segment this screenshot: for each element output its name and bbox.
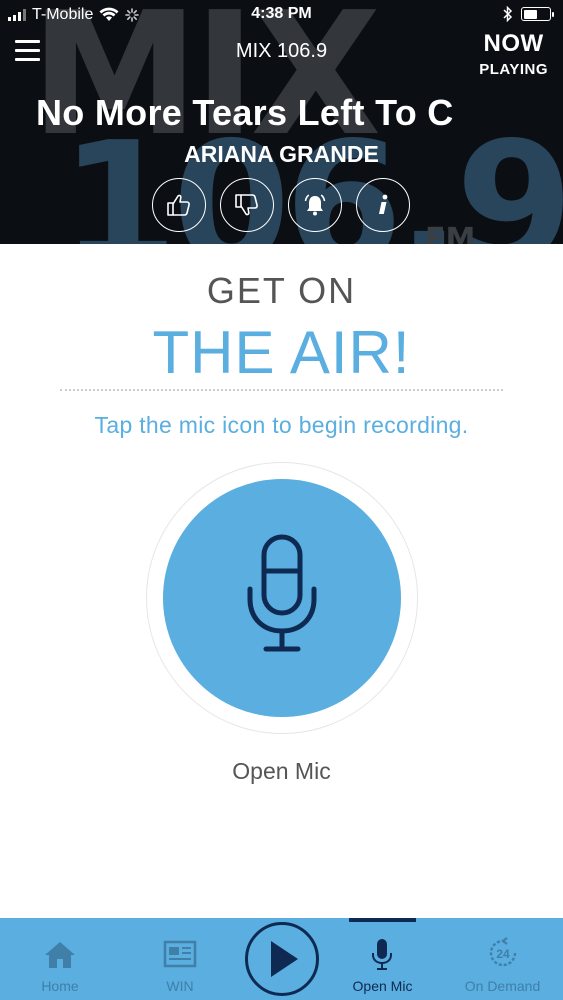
status-time: 4:38 PM [251, 5, 312, 22]
heading-get-on: GET ON [206, 270, 357, 311]
tab-win-label: WIN [166, 978, 194, 994]
svg-text:24: 24 [496, 947, 510, 961]
now-playing-button[interactable]: NOW PLAYING [479, 30, 548, 78]
play-icon [271, 941, 298, 977]
info-icon [379, 194, 388, 214]
tab-open-mic[interactable]: Open Mic [330, 918, 435, 1000]
on-demand-24-icon: 24 [489, 937, 517, 967]
like-button[interactable] [152, 178, 206, 232]
thumbs-up-icon [167, 194, 190, 216]
tab-open-mic-label: Open Mic [352, 978, 413, 994]
song-actions [152, 178, 410, 232]
info-button[interactable] [356, 178, 410, 232]
battery-icon [521, 7, 554, 21]
news-icon [163, 940, 197, 968]
tab-on-demand[interactable]: 24 On Demand [455, 918, 550, 1000]
active-tab-indicator [349, 918, 416, 922]
tab-home-label: Home [41, 978, 79, 994]
tab-on-demand-label: On Demand [464, 978, 541, 994]
thumbs-down-icon [235, 194, 258, 216]
record-button[interactable] [163, 479, 401, 717]
heading-the-air: THE AIR! [152, 319, 411, 386]
now-playing-label-line1: NOW [483, 30, 544, 57]
artist-name: ARIANA GRANDE [184, 141, 379, 167]
play-button[interactable] [245, 922, 319, 996]
alarm-bell-icon [304, 194, 326, 216]
bluetooth-icon [503, 6, 513, 22]
tab-win[interactable]: WIN [140, 918, 220, 1000]
song-title: No More Tears Left To C [36, 92, 454, 133]
microphone-icon [247, 534, 317, 652]
now-playing-label-line2: PLAYING [479, 61, 548, 78]
dislike-button[interactable] [220, 178, 274, 232]
tab-home[interactable]: Home [20, 918, 100, 1000]
status-bar: T-Mobile 4:38 PM [0, 0, 563, 30]
alarm-button[interactable] [288, 178, 342, 232]
recording-instructions: Tap the mic icon to begin recording. [94, 412, 469, 438]
record-button-ring [146, 462, 418, 734]
background-logo-fm: FM [425, 222, 476, 245]
open-mic-label: Open Mic [232, 758, 331, 784]
divider [60, 389, 503, 391]
home-icon [45, 942, 75, 968]
now-playing-header: MIX 106.9 FM T-Mobile 4:38 PM MIX 106.9 … [0, 0, 563, 244]
microphone-tab-icon [372, 939, 392, 970]
